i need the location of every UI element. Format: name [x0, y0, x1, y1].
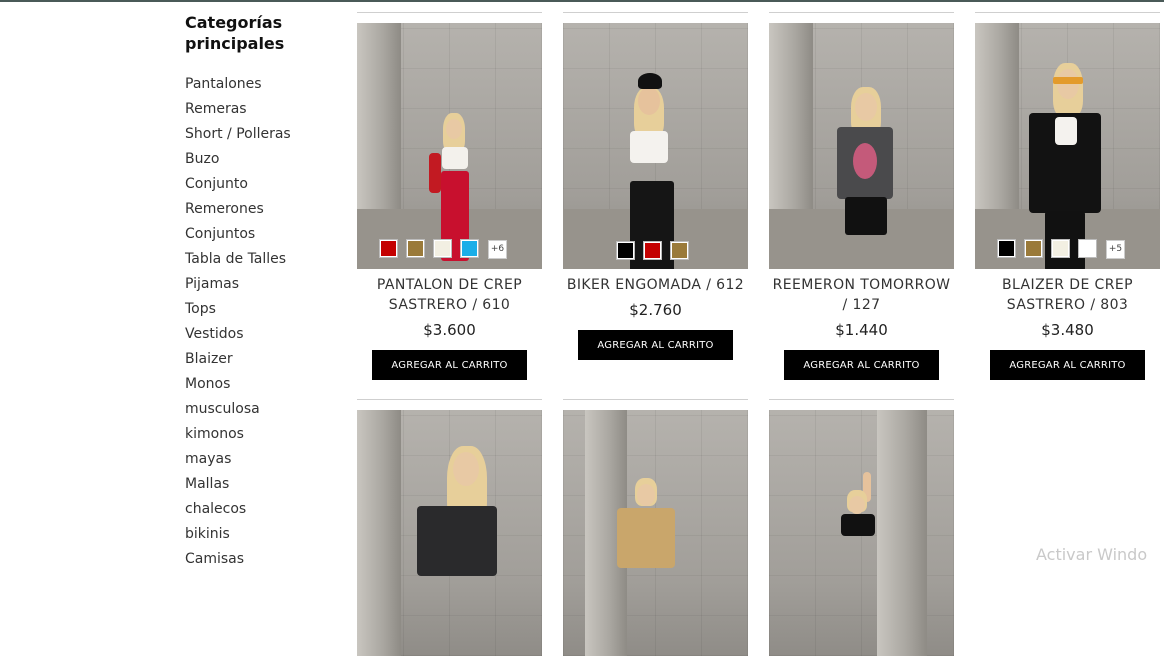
product-card [563, 399, 748, 656]
category-item-conjuntos[interactable]: Conjuntos [185, 222, 335, 247]
category-item-remeras[interactable]: Remeras [185, 97, 335, 122]
product-image[interactable] [769, 410, 954, 656]
category-list: Pantalones Remeras Short / Polleras Buzo… [185, 72, 335, 572]
color-swatch[interactable] [461, 240, 478, 257]
product-image[interactable] [563, 23, 748, 269]
color-swatch[interactable] [671, 242, 688, 259]
more-colors-badge[interactable]: +5 [1106, 240, 1125, 259]
color-swatch[interactable] [644, 242, 661, 259]
category-item-buzo[interactable]: Buzo [185, 147, 335, 172]
product-name[interactable]: PANTALON DE CREP SASTRERO / 610 [357, 275, 542, 315]
color-swatches: +5 [998, 240, 1125, 259]
product-price: $3.480 [1041, 321, 1094, 339]
category-item-camisas[interactable]: Camisas [185, 547, 335, 572]
product-name[interactable]: BLAIZER DE CREP SASTRERO / 803 [975, 275, 1160, 315]
color-swatch[interactable] [998, 240, 1015, 257]
product-image[interactable] [357, 410, 542, 656]
category-item-blaizer[interactable]: Blaizer [185, 347, 335, 372]
product-image[interactable] [769, 23, 954, 269]
category-item-monos[interactable]: Monos [185, 372, 335, 397]
category-item-pantalones[interactable]: Pantalones [185, 72, 335, 97]
product-name[interactable]: REEMERON TOMORROW / 127 [769, 275, 954, 315]
color-swatches [617, 242, 688, 259]
card-divider [975, 12, 1160, 13]
product-card: +5 BLAIZER DE CREP SASTRERO / 803 $3.480… [975, 12, 1160, 380]
product-name[interactable]: BIKER ENGOMADA / 612 [563, 275, 748, 295]
category-item-short-polleras[interactable]: Short / Polleras [185, 122, 335, 147]
category-sidebar: Categorías principales Pantalones Remera… [185, 12, 335, 572]
product-card: BIKER ENGOMADA / 612 $2.760 AGREGAR AL C… [563, 12, 748, 360]
product-price: $2.760 [629, 301, 682, 319]
product-card [769, 399, 954, 656]
product-image[interactable]: +5 [975, 23, 1160, 269]
product-card: REEMERON TOMORROW / 127 $1.440 AGREGAR A… [769, 12, 954, 380]
category-item-remerones[interactable]: Remerones [185, 197, 335, 222]
card-divider [563, 12, 748, 13]
product-price: $3.600 [423, 321, 476, 339]
color-swatches: +6 [380, 240, 507, 259]
color-swatch[interactable] [434, 240, 451, 257]
product-image[interactable] [563, 410, 748, 656]
add-to-cart-button[interactable]: AGREGAR AL CARRITO [990, 350, 1145, 380]
category-item-musculosa[interactable]: musculosa [185, 397, 335, 422]
category-item-chalecos[interactable]: chalecos [185, 497, 335, 522]
more-colors-badge[interactable]: +6 [488, 240, 507, 259]
sidebar-title: Categorías principales [185, 13, 285, 53]
category-item-vestidos[interactable]: Vestidos [185, 322, 335, 347]
card-divider [563, 399, 748, 400]
card-divider [769, 399, 954, 400]
card-divider [357, 399, 542, 400]
category-item-kimonos[interactable]: kimonos [185, 422, 335, 447]
color-swatch[interactable] [617, 242, 634, 259]
color-swatch[interactable] [407, 240, 424, 257]
category-item-conjunto[interactable]: Conjunto [185, 172, 335, 197]
product-image[interactable]: +6 [357, 23, 542, 269]
product-price: $1.440 [835, 321, 888, 339]
category-item-mayas[interactable]: mayas [185, 447, 335, 472]
add-to-cart-button[interactable]: AGREGAR AL CARRITO [578, 330, 733, 360]
product-card: +6 PANTALON DE CREP SASTRERO / 610 $3.60… [357, 12, 542, 380]
category-item-mallas[interactable]: Mallas [185, 472, 335, 497]
color-swatch[interactable] [1052, 240, 1069, 257]
color-swatch[interactable] [380, 240, 397, 257]
category-item-bikinis[interactable]: bikinis [185, 522, 335, 547]
product-card [357, 399, 542, 656]
card-divider [769, 12, 954, 13]
category-item-tops[interactable]: Tops [185, 297, 335, 322]
top-border [0, 0, 1164, 2]
category-item-pijamas[interactable]: Pijamas [185, 272, 335, 297]
add-to-cart-button[interactable]: AGREGAR AL CARRITO [784, 350, 939, 380]
card-divider [357, 12, 542, 13]
windows-activation-watermark: Activar Windo [1036, 545, 1148, 564]
color-swatch[interactable] [1025, 240, 1042, 257]
add-to-cart-button[interactable]: AGREGAR AL CARRITO [372, 350, 527, 380]
color-swatch[interactable] [1079, 240, 1096, 257]
category-item-tabla-de-talles[interactable]: Tabla de Talles [185, 247, 335, 272]
